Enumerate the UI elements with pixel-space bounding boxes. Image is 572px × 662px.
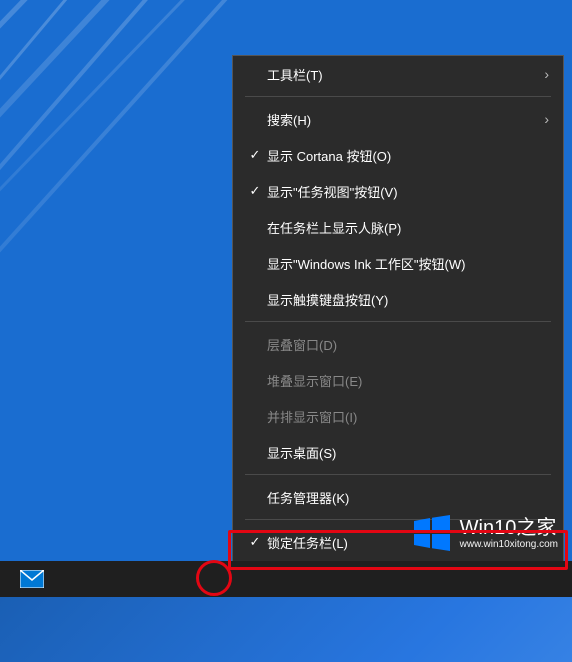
taskbar[interactable] [0,561,572,597]
menu-show-taskview-label: 显示"任务视图"按钮(V) [267,182,549,201]
check-icon: ✓ [243,534,267,550]
menu-show-desktop[interactable]: 显示桌面(S) [233,434,563,470]
check-icon: ✓ [243,183,267,199]
menu-task-manager[interactable]: 任务管理器(K) [233,479,563,515]
menu-show-touch-keyboard[interactable]: 显示触摸键盘按钮(Y) [233,281,563,317]
windows-logo-icon [412,513,452,553]
menu-toolbars[interactable]: 工具栏(T) › [233,56,563,92]
menu-show-people-label: 在任务栏上显示人脉(P) [267,218,549,237]
menu-cascade-label: 层叠窗口(D) [267,335,549,354]
menu-stacked-windows[interactable]: 堆叠显示窗口(E) [233,362,563,398]
mail-app-icon[interactable] [10,561,54,597]
menu-search-label: 搜索(H) [267,110,544,129]
menu-search[interactable]: 搜索(H) › [233,101,563,137]
check-icon: ✓ [243,147,267,163]
menu-show-desktop-label: 显示桌面(S) [267,443,549,462]
watermark: Win10之家 www.win10xitong.com [412,513,558,553]
menu-show-taskview[interactable]: ✓ 显示"任务视图"按钮(V) [233,173,563,209]
menu-task-manager-label: 任务管理器(K) [267,488,549,507]
menu-show-ink[interactable]: 显示"Windows Ink 工作区"按钮(W) [233,245,563,281]
menu-stacked-label: 堆叠显示窗口(E) [267,371,549,390]
menu-separator [245,96,551,97]
watermark-title: Win10之家 [460,517,558,539]
menu-show-people[interactable]: 在任务栏上显示人脉(P) [233,209,563,245]
watermark-url: www.win10xitong.com [460,539,558,550]
mail-icon [20,570,44,588]
menu-show-ink-label: 显示"Windows Ink 工作区"按钮(W) [267,254,549,273]
chevron-right-icon: › [544,111,549,127]
menu-show-cortana[interactable]: ✓ 显示 Cortana 按钮(O) [233,137,563,173]
menu-toolbars-label: 工具栏(T) [267,65,544,84]
menu-separator [245,474,551,475]
menu-sidebyside-label: 并排显示窗口(I) [267,407,549,426]
menu-show-touch-keyboard-label: 显示触摸键盘按钮(Y) [267,290,549,309]
chevron-right-icon: › [544,66,549,82]
menu-show-cortana-label: 显示 Cortana 按钮(O) [267,146,549,165]
menu-sidebyside-windows[interactable]: 并排显示窗口(I) [233,398,563,434]
menu-cascade-windows[interactable]: 层叠窗口(D) [233,326,563,362]
menu-separator [245,321,551,322]
